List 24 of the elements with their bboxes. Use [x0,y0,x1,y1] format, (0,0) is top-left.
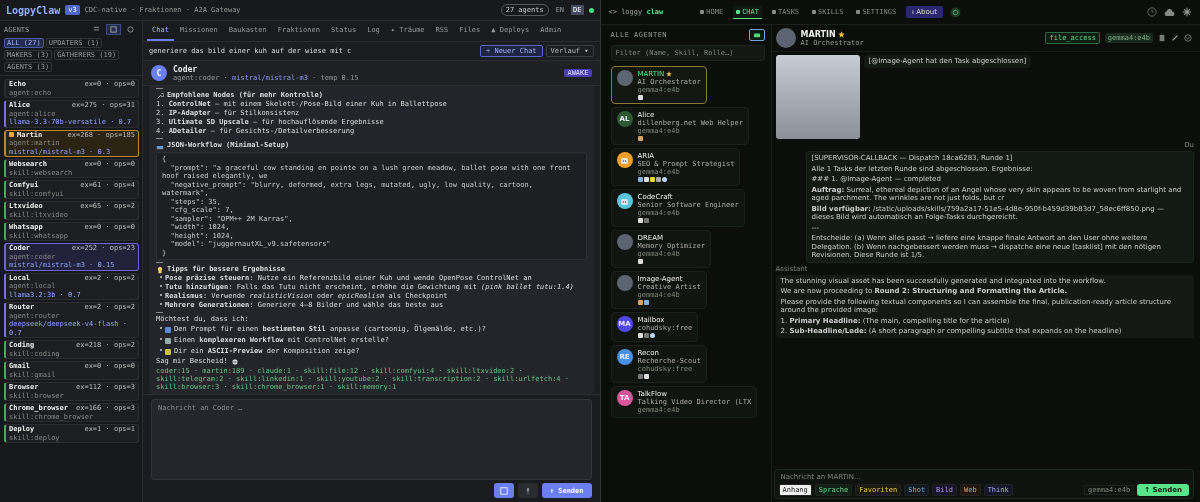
clock-icon[interactable] [1147,7,1157,17]
cloud-icon[interactable] [1164,7,1175,17]
agent-name: MARTIN [800,29,836,39]
document-icon[interactable] [1158,34,1166,42]
wrench-icon [156,91,164,100]
grid-view-button[interactable] [106,24,121,35]
avatar-placeholder [616,275,633,291]
power-icon[interactable] [950,6,961,18]
settings-icon[interactable] [1182,7,1192,17]
image-button[interactable] [493,483,514,498]
image-icon [499,486,508,495]
bulb-icon [156,265,164,274]
grid-icon [110,26,117,33]
status-dot-icon [588,7,594,13]
agent-avatar: C [151,65,167,81]
avatar-placeholder [616,70,633,86]
pencil-icon[interactable] [1171,34,1179,42]
robot-button[interactable] [748,29,765,41]
circle-icon [127,26,134,33]
check-circle-icon[interactable] [1184,34,1192,42]
agent-name: Coder [173,64,199,74]
avatar-placeholder [616,234,633,250]
avatar-placeholder [775,28,796,48]
app-logo: LogpyClaw [6,4,61,16]
